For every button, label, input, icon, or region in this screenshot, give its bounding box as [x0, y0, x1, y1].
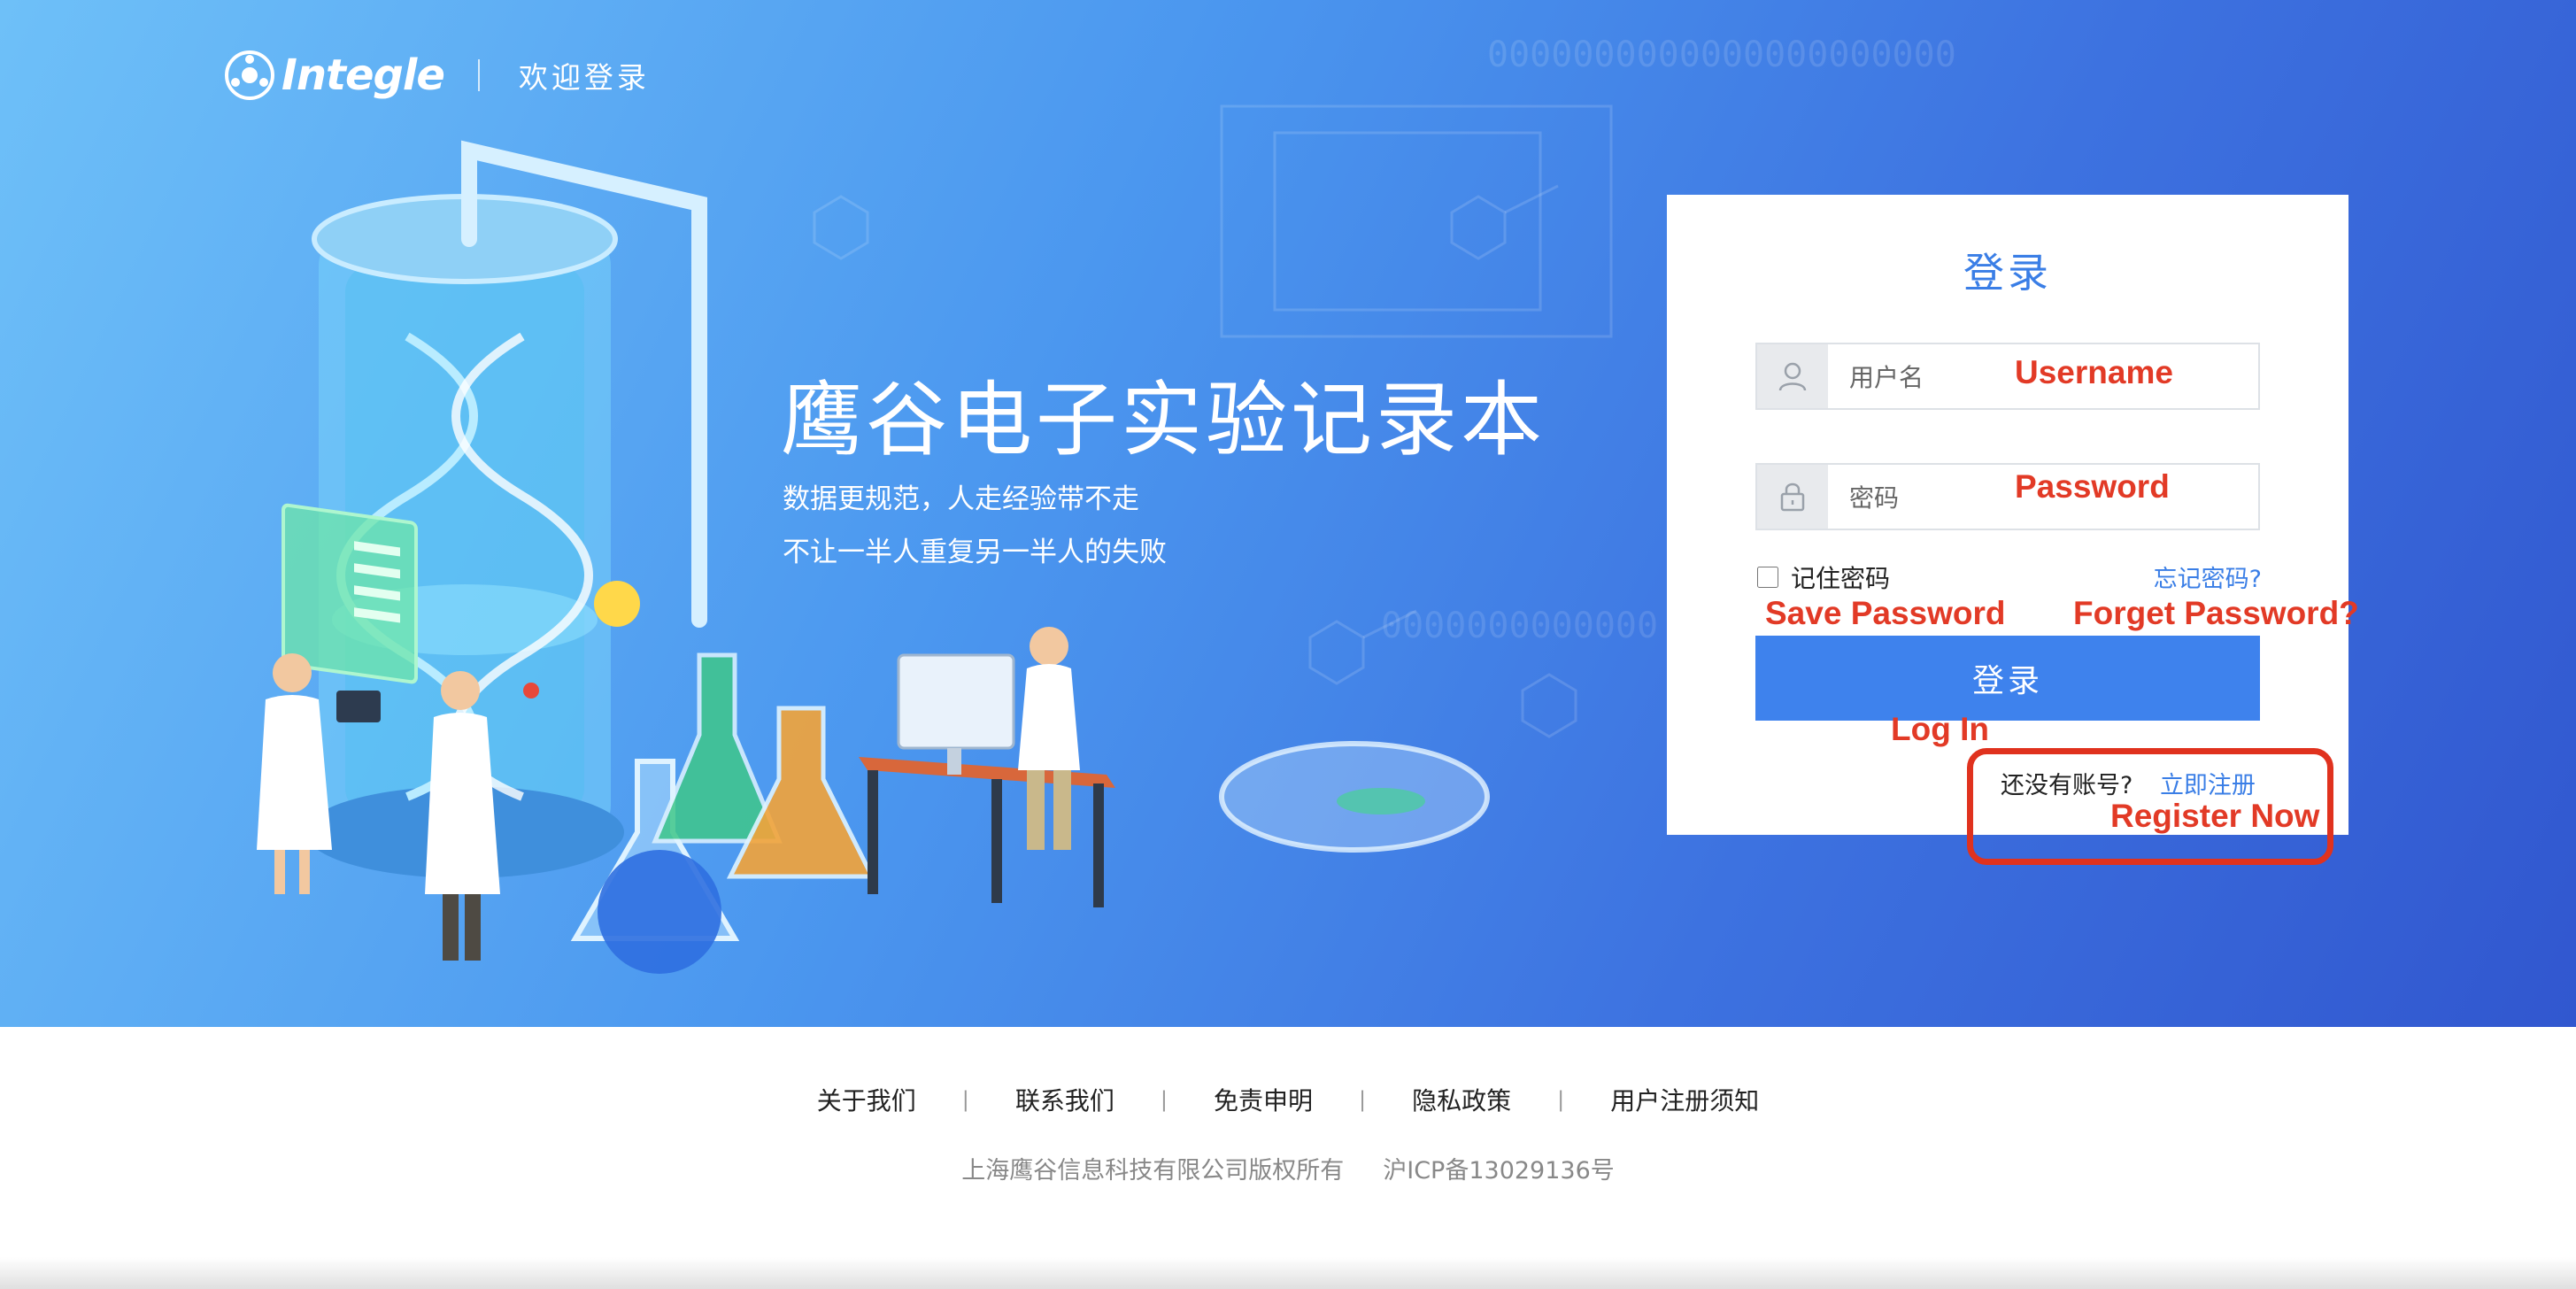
hero-banner: 0000000000000000000000 0000000000000 Int… — [0, 0, 2576, 1027]
login-card: 登录 记住密码 忘记密码? — [1667, 195, 2348, 835]
brand-header: Integle 欢迎登录 — [223, 44, 650, 106]
hero-subtitle-1: 数据更规范，人走经验带不走 — [783, 483, 1139, 515]
footer-link-registration-terms[interactable]: 用户注册须知 — [1610, 1082, 1759, 1117]
user-icon — [1757, 344, 1828, 408]
svg-text:0000000000000000000000: 0000000000000000000000 — [1487, 35, 1956, 75]
annotation-log-in: Log In — [1891, 711, 1989, 747]
lock-icon — [1757, 465, 1828, 529]
footer-copyright: 上海鹰谷信息科技有限公司版权所有 沪ICP备13029136号 — [0, 1151, 2576, 1185]
footer-link-contact[interactable]: 联系我们 — [1015, 1082, 1114, 1117]
svg-text:0000000000000: 0000000000000 — [1381, 606, 1658, 646]
username-field[interactable] — [1755, 343, 2260, 410]
annotation-username: Username — [2015, 354, 2173, 390]
annotation-save-password: Save Password — [1765, 595, 2006, 631]
hero-title: 鹰谷电子实验记录本 — [781, 373, 1546, 467]
icp-text: 沪ICP备13029136号 — [1383, 1157, 1615, 1185]
footer-link-disclaimer[interactable]: 免责申明 — [1214, 1082, 1313, 1117]
footer-separator: | — [1557, 1087, 1565, 1112]
remember-checkbox[interactable] — [1757, 567, 1778, 588]
password-field[interactable] — [1755, 463, 2260, 530]
footer-separator: | — [1160, 1087, 1168, 1112]
annotation-register-now: Register Now — [2110, 798, 2320, 834]
hero-subtitle-2: 不让一半人重复另一半人的失败 — [783, 536, 1167, 568]
brand-name: Integle — [282, 50, 445, 100]
bottom-shadow — [0, 1257, 2576, 1289]
logo: Integle — [223, 49, 445, 102]
annotation-password: Password — [2015, 468, 2170, 505]
logo-mark-icon — [225, 50, 274, 100]
annotation-forget-password: Forget Password? — [2073, 595, 2359, 631]
footer-separator: | — [1359, 1087, 1367, 1112]
brand-divider — [477, 59, 480, 91]
copyright-text: 上海鹰谷信息科技有限公司版权所有 — [961, 1157, 1345, 1185]
footer-nav: 关于我们 | 联系我们 | 免责申明 | 隐私政策 | 用户注册须知 — [0, 1082, 2576, 1117]
footer-link-about[interactable]: 关于我们 — [817, 1082, 916, 1117]
welcome-text: 欢迎登录 — [518, 60, 650, 95]
remember-password[interactable]: 记住密码 — [1755, 560, 1890, 595]
footer-link-privacy[interactable]: 隐私政策 — [1412, 1082, 1511, 1117]
footer-separator: | — [961, 1087, 969, 1112]
login-button[interactable]: 登录 — [1755, 636, 2260, 721]
login-title: 登录 — [1963, 249, 2052, 297]
forgot-password-link[interactable]: 忘记密码? — [2154, 560, 2262, 594]
remember-label: 记住密码 — [1791, 564, 1891, 593]
footer: 关于我们 | 联系我们 | 免责申明 | 隐私政策 | 用户注册须知 上海鹰谷信… — [0, 1027, 2576, 1289]
